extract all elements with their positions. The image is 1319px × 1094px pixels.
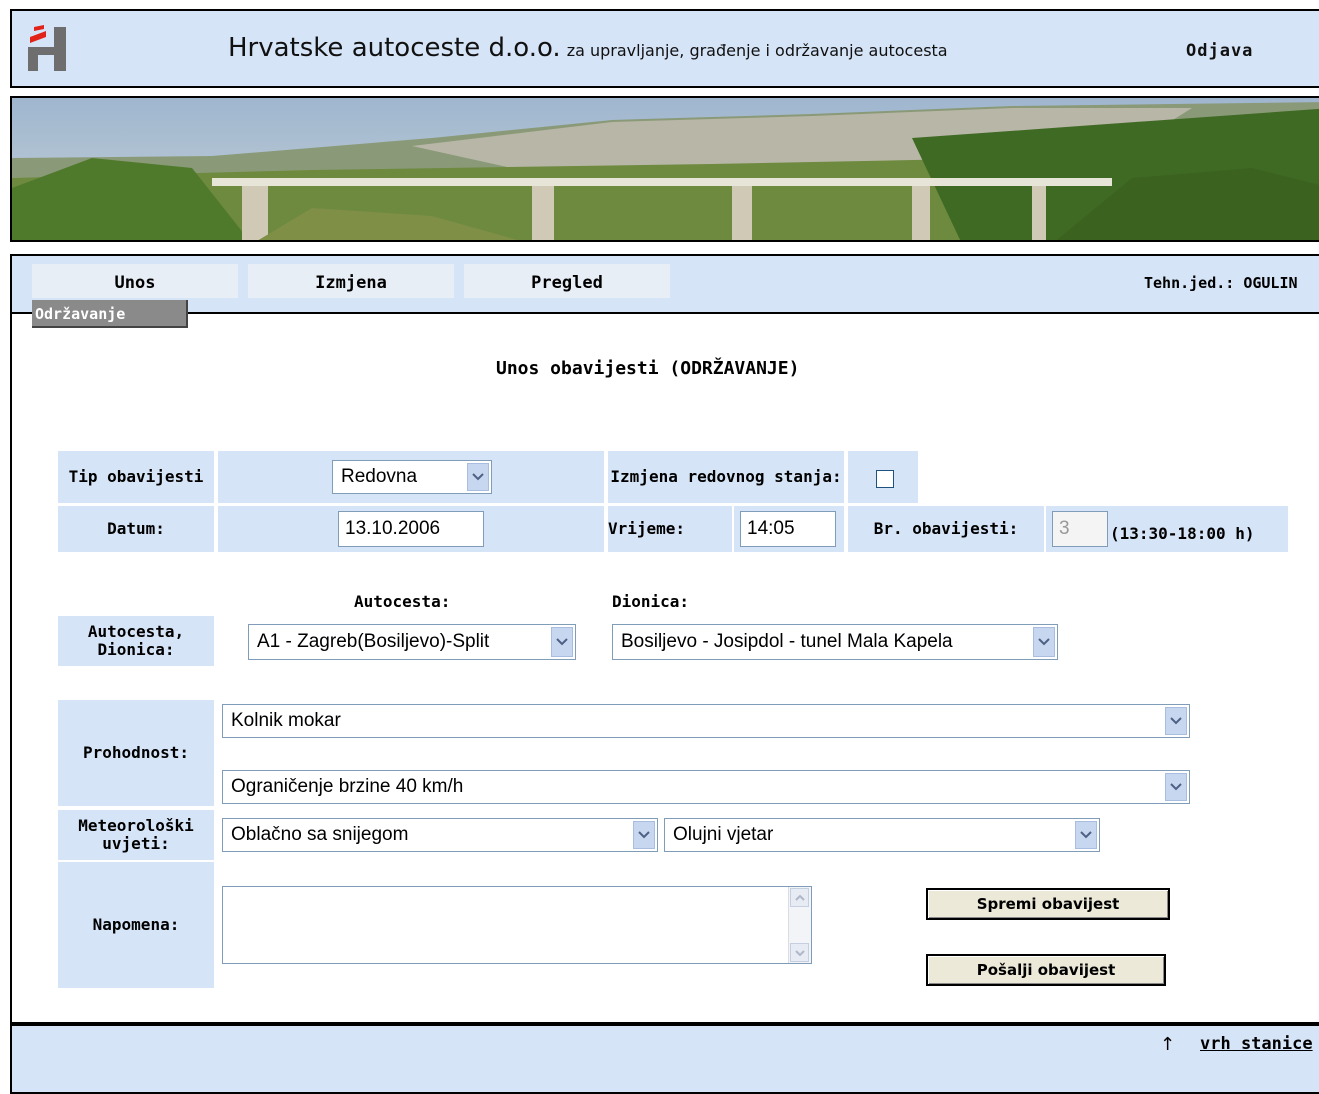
page-title: Unos obavijesti (ODRŽAVANJE) <box>496 358 800 379</box>
chevron-down-icon <box>1033 627 1055 657</box>
napomena-label: Napomena: <box>58 862 214 988</box>
prohodnost-select-1[interactable]: Kolnik mokar <box>222 704 1190 738</box>
br-obavijesti-label: Br. obavijesti: <box>848 506 1044 552</box>
meteo-value-1: Oblačno sa snijegom <box>231 824 409 845</box>
navigation-bar: Unos Izmjena Pregled Tehn.jed.: OGULIN <box>10 254 1319 314</box>
br-obavijesti-input[interactable]: 3 <box>1052 511 1108 547</box>
datum-input[interactable]: 13.10.2006 <box>338 511 484 547</box>
dionica-value: Bosiljevo - Josipdol - tunel Mala Kapela <box>621 631 953 652</box>
vrijeme-label: Vrijeme: <box>608 506 732 552</box>
izmjena-stanja-label: Izmjena redovnog stanja: <box>608 451 844 503</box>
tip-obavijesti-value: Redovna <box>341 466 418 487</box>
prohodnost-select-2[interactable]: Ograničenje brzine 40 km/h <box>222 770 1190 804</box>
meteoroloski-uvjeti-label: Meteorološki uvjeti: <box>58 810 214 860</box>
logout-link[interactable]: Odjava <box>1186 41 1253 61</box>
izmjena-stanja-checkbox[interactable] <box>876 470 894 488</box>
scroll-down-icon[interactable] <box>790 943 809 962</box>
dionica-heading: Dionica: <box>612 592 690 611</box>
chevron-down-icon <box>633 821 655 849</box>
napomena-textarea[interactable] <box>222 886 812 964</box>
organization-title: Hrvatske autoceste d.o.o. za upravljanje,… <box>228 33 948 63</box>
prohodnost-value-1: Kolnik mokar <box>231 710 341 731</box>
save-button[interactable]: Spremi obavijest <box>926 888 1170 920</box>
chevron-down-icon <box>1075 821 1097 849</box>
autocesta-heading: Autocesta: <box>354 592 451 611</box>
organization-subtitle: za upravljanje, građenje i održavanje au… <box>566 41 948 60</box>
autocesta-dionica-label: Autocesta, Dionica: <box>58 616 214 666</box>
tab-pregled[interactable]: Pregled <box>464 264 670 298</box>
tip-obavijesti-select[interactable]: Redovna <box>332 460 492 494</box>
chevron-down-icon <box>467 463 489 491</box>
meteo-select-2[interactable]: Olujni vjetar <box>664 818 1100 852</box>
scrollbar[interactable] <box>788 887 811 963</box>
br-obavijesti-range: (13:30-18:00 h) <box>1110 524 1255 543</box>
prohodnost-value-2: Ograničenje brzine 40 km/h <box>231 776 464 797</box>
meteo-value-2: Olujni vjetar <box>673 824 774 845</box>
chevron-down-icon <box>1165 773 1187 801</box>
banner-image <box>10 96 1319 242</box>
send-button[interactable]: Pošalji obavijest <box>926 954 1166 986</box>
site-header: Hrvatske autoceste d.o.o. za upravljanje,… <box>10 9 1319 88</box>
tab-unos[interactable]: Unos <box>32 264 238 298</box>
meteo-select-1[interactable]: Oblačno sa snijegom <box>222 818 658 852</box>
tab-izmjena[interactable]: Izmjena <box>248 264 454 298</box>
dionica-select[interactable]: Bosiljevo - Josipdol - tunel Mala Kapela <box>612 624 1058 660</box>
tip-obavijesti-label: Tip obavijesti <box>58 451 214 503</box>
chevron-down-icon <box>551 627 573 657</box>
page-footer: ↑ vrh stanice <box>10 1024 1319 1094</box>
datum-label: Datum: <box>58 506 214 552</box>
arrow-up-icon: ↑ <box>1160 1034 1176 1055</box>
vrijeme-input[interactable]: 14:05 <box>740 511 836 547</box>
main-content: Unos obavijesti (ODRŽAVANJE) Tip obavije… <box>10 312 1319 1024</box>
hac-logo-icon <box>26 25 72 73</box>
scroll-up-icon[interactable] <box>790 888 809 907</box>
back-to-top-link[interactable]: vrh stanice <box>1200 1034 1313 1054</box>
chevron-down-icon <box>1165 707 1187 735</box>
subtab-odrzavanje[interactable]: Održavanje <box>32 300 188 328</box>
prohodnost-label: Prohodnost: <box>58 700 214 806</box>
technical-unit-label: Tehn.jed.: OGULIN <box>1144 274 1298 292</box>
autocesta-value: A1 - Zagreb(Bosiljevo)-Split <box>257 631 490 652</box>
autocesta-select[interactable]: A1 - Zagreb(Bosiljevo)-Split <box>248 624 576 660</box>
organization-name: Hrvatske autoceste d.o.o. <box>228 33 561 63</box>
